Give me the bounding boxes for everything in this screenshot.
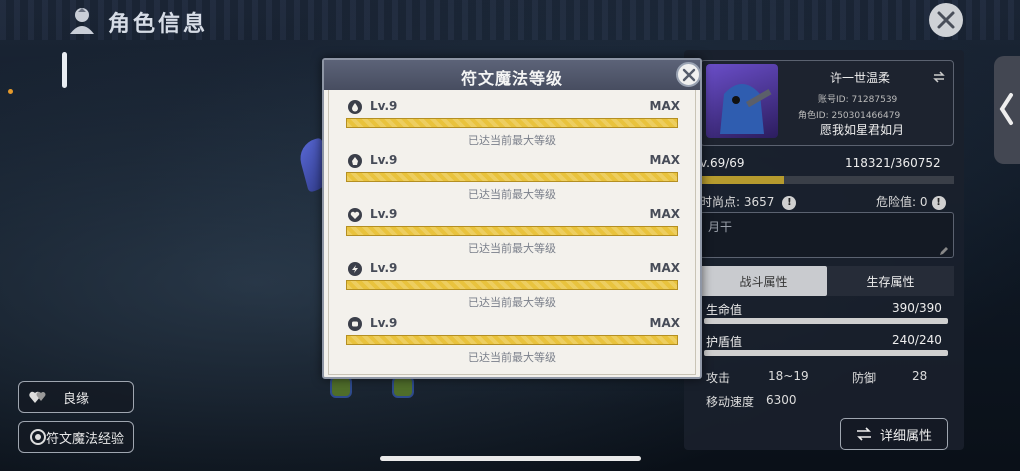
modal-close-button[interactable] bbox=[676, 62, 701, 87]
rune-level: Lv.9 bbox=[370, 153, 398, 167]
rune-progress-bar bbox=[346, 280, 678, 290]
detail-attributes-label: 详细属性 bbox=[879, 428, 932, 444]
rune-max-label: MAX bbox=[649, 99, 680, 113]
info-icon[interactable]: ! bbox=[782, 195, 797, 210]
rune-row: Lv.9 MAX 已达当前最大等级 bbox=[346, 99, 682, 149]
page-title: 角色信息 bbox=[108, 12, 209, 37]
rune-row: Lv.9 MAX 已达当前最大等级 bbox=[346, 316, 682, 366]
rune-level: Lv.9 bbox=[370, 207, 398, 221]
rune-level: Lv.9 bbox=[370, 261, 398, 275]
rune-magic-level-modal: 符文魔法等级 Lv.9 MAX 已达当前最大等级 Lv.9 MAX 已达当前最大等级 Lv.… bbox=[322, 58, 702, 379]
bond-button[interactable]: 良缘 bbox=[18, 381, 134, 413]
rune-level: Lv.9 bbox=[370, 316, 398, 330]
rune-progress-bar bbox=[346, 335, 678, 345]
shield-bar bbox=[704, 350, 948, 356]
lightning-icon bbox=[348, 262, 362, 276]
rune-max-label: MAX bbox=[649, 316, 680, 330]
fashion-points: 时尚点: 3657! bbox=[700, 193, 797, 210]
shield-label: 护盾值 bbox=[706, 335, 743, 349]
rune-progress-bar bbox=[346, 118, 678, 128]
swap-icon[interactable] bbox=[933, 68, 945, 83]
danger-text: 危险值: 0 bbox=[876, 195, 928, 209]
player-motto: 愿我如星君如月 bbox=[820, 123, 905, 137]
drop-icon bbox=[348, 100, 362, 114]
rune-status: 已达当前最大等级 bbox=[468, 242, 556, 255]
edit-icon[interactable] bbox=[939, 241, 949, 255]
rune-row: Lv.9 MAX 已达当前最大等级 bbox=[346, 207, 682, 257]
note-text: 月干 bbox=[708, 220, 733, 234]
danger-value: 危险值: 0! bbox=[876, 193, 946, 210]
bond-label: 良缘 bbox=[62, 391, 89, 407]
defense-value: 28 bbox=[912, 369, 928, 383]
tab-combat-attributes[interactable]: 战斗属性 bbox=[700, 266, 827, 296]
tab-survival-attributes[interactable]: 生存属性 bbox=[827, 266, 954, 296]
modal-title: 符文魔法等级 bbox=[460, 69, 563, 88]
rune-status: 已达当前最大等级 bbox=[468, 188, 556, 201]
exp-text: 118321/360752 bbox=[845, 156, 941, 170]
home-indicator[interactable] bbox=[380, 456, 641, 461]
scroll-indicator[interactable] bbox=[62, 52, 67, 88]
flame-icon bbox=[348, 154, 362, 168]
rune-level: Lv.9 bbox=[370, 99, 398, 113]
defense-label: 防御 bbox=[852, 371, 877, 385]
level-text: v.69/69 bbox=[700, 156, 745, 170]
avatar[interactable] bbox=[706, 64, 778, 138]
hp-bar bbox=[704, 318, 948, 324]
shield-value: 240/240 bbox=[892, 333, 942, 347]
rune-status: 已达当前最大等级 bbox=[468, 296, 556, 309]
info-icon[interactable]: ! bbox=[931, 195, 946, 210]
chevron-left-icon[interactable] bbox=[998, 92, 1016, 126]
swap-arrows-icon bbox=[856, 427, 871, 441]
close-icon bbox=[682, 68, 695, 81]
exp-bar-fill bbox=[700, 176, 784, 184]
rune-progress-bar bbox=[346, 226, 678, 236]
player-name: 许一世温柔 bbox=[830, 71, 891, 85]
note-field[interactable] bbox=[700, 212, 954, 258]
rune-max-label: MAX bbox=[649, 261, 680, 275]
heart-shield-icon bbox=[348, 208, 362, 222]
rune-max-label: MAX bbox=[649, 153, 680, 167]
face-icon bbox=[348, 317, 362, 331]
character-icon bbox=[66, 4, 98, 36]
notification-dot bbox=[8, 89, 13, 94]
close-icon bbox=[937, 11, 955, 29]
rune-exp-button[interactable]: 符文魔法经验 bbox=[18, 421, 134, 453]
hearts-icon bbox=[29, 388, 47, 406]
role-id: 角色ID: 250301466479 bbox=[798, 111, 901, 121]
detail-attributes-button[interactable]: 详细属性 bbox=[840, 418, 948, 450]
attack-value: 18~19 bbox=[768, 369, 809, 383]
rune-icon bbox=[29, 428, 47, 446]
rune-row: Lv.9 MAX 已达当前最大等级 bbox=[346, 153, 682, 203]
speed-label: 移动速度 bbox=[706, 395, 755, 409]
rune-exp-label: 符文魔法经验 bbox=[45, 431, 124, 447]
rune-progress-bar bbox=[346, 172, 678, 182]
rune-status: 已达当前最大等级 bbox=[468, 134, 556, 147]
exp-bar bbox=[700, 176, 954, 184]
character-feet bbox=[330, 376, 416, 400]
fashion-points-text: 时尚点: 3657 bbox=[700, 195, 775, 209]
rune-status: 已达当前最大等级 bbox=[468, 351, 556, 364]
hp-value: 390/390 bbox=[892, 301, 942, 315]
hp-label: 生命值 bbox=[706, 303, 743, 317]
rune-row: Lv.9 MAX 已达当前最大等级 bbox=[346, 261, 682, 311]
attack-label: 攻击 bbox=[706, 371, 731, 385]
speed-value: 6300 bbox=[766, 393, 797, 407]
account-id: 账号ID: 71287539 bbox=[818, 95, 898, 105]
rune-max-label: MAX bbox=[649, 207, 680, 221]
close-button[interactable] bbox=[929, 3, 963, 37]
